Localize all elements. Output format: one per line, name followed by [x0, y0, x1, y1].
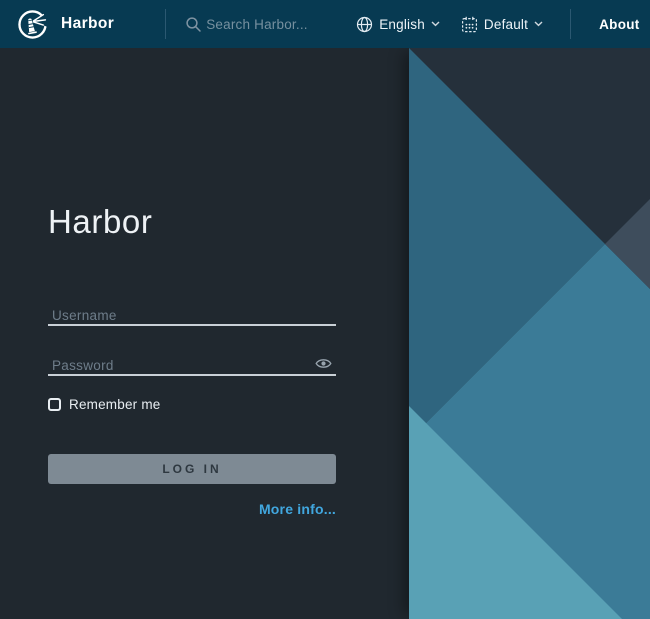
- calendar-icon: [461, 16, 478, 33]
- chevron-down-icon: [431, 21, 440, 27]
- brand-title: Harbor: [61, 15, 114, 33]
- eye-icon: [315, 358, 332, 373]
- decorative-triangles-panel: [409, 48, 650, 619]
- language-label: English: [379, 17, 425, 32]
- log-in-button[interactable]: LOG IN: [48, 454, 336, 484]
- login-panel: Harbor Remember me LOG IN More info...: [0, 48, 409, 619]
- page-title: Harbor: [48, 203, 152, 241]
- username-field[interactable]: [48, 298, 336, 326]
- login-form: Harbor Remember me LOG IN More info...: [48, 48, 336, 619]
- search-box: [185, 16, 356, 33]
- theme-label: Default: [484, 17, 528, 32]
- remember-me-label: Remember me: [69, 397, 160, 412]
- language-dropdown[interactable]: English: [356, 16, 440, 33]
- top-navbar: Harbor Englis: [0, 0, 650, 48]
- header-actions: English Default: [356, 9, 650, 39]
- main-area: Harbor Remember me LOG IN More info...: [0, 48, 650, 619]
- header-divider: [570, 9, 571, 39]
- more-info-link[interactable]: More info...: [259, 501, 336, 517]
- about-link[interactable]: About: [599, 17, 639, 32]
- header-divider: [165, 9, 166, 39]
- triangle-art: [409, 48, 650, 619]
- show-password-button[interactable]: [314, 357, 332, 371]
- harbor-logo-icon: [17, 9, 48, 40]
- globe-icon: [356, 16, 373, 33]
- search-input[interactable]: [206, 17, 356, 32]
- checkbox-icon: [48, 398, 61, 411]
- remember-me-checkbox[interactable]: Remember me: [48, 397, 160, 412]
- header-brand-group: Harbor: [0, 9, 356, 40]
- search-icon: [185, 16, 202, 33]
- chevron-down-icon: [534, 21, 543, 27]
- password-field[interactable]: [48, 348, 336, 376]
- theme-dropdown[interactable]: Default: [461, 16, 543, 33]
